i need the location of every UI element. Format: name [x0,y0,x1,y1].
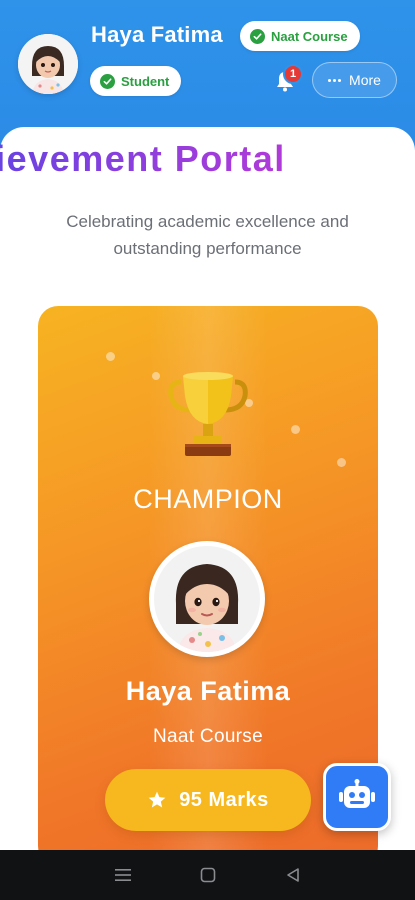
system-nav-bar [0,850,415,900]
sparkle-dot [152,372,160,380]
avatar-image [18,34,78,94]
menu-icon[interactable] [114,867,132,883]
chatbot-button[interactable] [323,763,391,831]
course-chip-label: Naat Course [271,28,348,44]
role-chip: Student [90,66,182,96]
home-icon[interactable] [200,867,216,883]
student-avatar [149,541,265,657]
marks-label: 95 Marks [179,788,269,811]
more-button[interactable]: More [312,62,397,98]
marks-badge[interactable]: 95 Marks [105,769,311,831]
student-name: Haya Fatima [125,676,291,706]
trophy-icon [168,372,248,456]
student-course: Naat Course [153,726,263,747]
sparkle-dot [106,352,115,361]
shield-check-icon [250,28,265,44]
shield-check-icon [100,73,115,89]
page-title: Student Achievement Portal [0,138,286,180]
page-subtitle: Celebrating academic excellence and outs… [66,212,349,258]
avatar[interactable] [18,34,78,94]
student-avatar-image [154,546,260,652]
course-chip: Naat Course [240,21,360,51]
dots-icon [328,78,342,82]
role-chip-label: Student [121,73,170,89]
header-user-name: Haya Fatima [91,22,223,47]
rank-label: CHAMPION [133,484,283,514]
sparkle-dot [337,458,346,467]
back-icon[interactable] [285,867,301,883]
robot-icon [339,779,375,808]
more-button-label: More [349,72,381,88]
notification-badge: 1 [283,64,303,84]
sparkle-dot [291,425,300,434]
page-title-marquee: Student Achievement Portal [0,138,415,184]
star-icon [148,791,166,808]
